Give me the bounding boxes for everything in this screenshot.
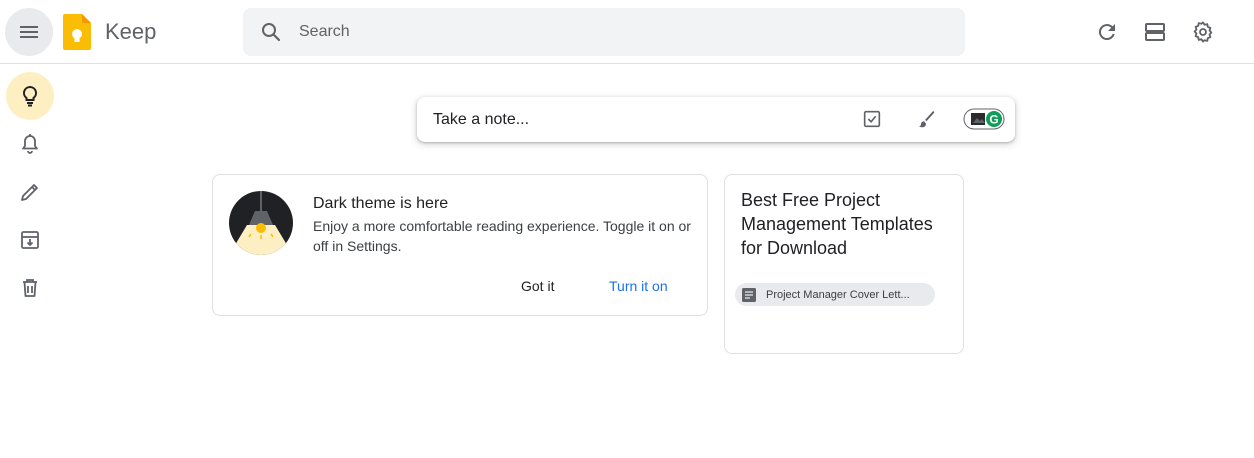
search-icon[interactable] [259,20,283,44]
pencil-icon [21,184,38,201]
checkbox-icon [863,110,881,128]
new-drawing-button[interactable] [914,107,938,131]
refresh-button[interactable] [1083,8,1131,56]
lightbulb-icon [22,85,38,107]
dark-theme-body: Enjoy a more comfortable reading experie… [313,218,691,254]
note-title[interactable]: Best Free Project Management Templates f… [741,188,953,260]
image-extension-icon: G [963,108,1005,130]
settings-button[interactable] [1179,8,1227,56]
sidebar-item-reminders[interactable] [6,120,54,168]
menu-icon [20,26,38,38]
archive-icon [21,231,39,249]
bell-icon [22,134,38,154]
keep-app: Keep Search Take a note... G Dark theme … [0,0,1254,458]
svg-text:G: G [989,113,998,127]
got-it-button[interactable]: Got it [513,273,562,299]
take-note-placeholder[interactable]: Take a note... [433,111,529,129]
trash-icon [23,279,37,297]
brush-icon [919,110,935,128]
sidebar-item-archive[interactable] [6,216,54,264]
linked-doc-title: Project Manager Cover Lett... [766,288,910,301]
sidebar-item-trash[interactable] [6,264,54,312]
dark-theme-card: Dark theme is here Enjoy a more comforta… [212,174,708,316]
sidebar-item-notes[interactable] [6,72,54,120]
search-input[interactable] [299,8,939,56]
turn-it-on-button[interactable]: Turn it on [601,273,676,299]
list-view-icon [1145,23,1165,41]
app-title[interactable]: Keep [105,19,156,45]
note-card[interactable]: Best Free Project Management Templates f… [724,174,964,354]
linked-doc-chip[interactable]: Project Manager Cover Lett... [735,283,935,306]
new-list-button[interactable] [860,107,884,131]
dark-theme-title: Dark theme is here [313,195,449,212]
refresh-icon [1098,24,1115,41]
settings-icon [1193,21,1213,43]
lamp-illustration [229,191,293,255]
document-icon [742,287,756,302]
take-note-bar[interactable]: Take a note... G [417,97,1015,142]
top-bar: Keep [0,0,1254,64]
search-bar[interactable] [243,8,965,56]
main-menu-button[interactable] [5,8,53,56]
sidebar-item-edit-labels[interactable] [6,168,54,216]
new-image-button[interactable]: G [963,107,1005,131]
list-view-button[interactable] [1131,8,1179,56]
keep-logo[interactable] [63,14,91,50]
